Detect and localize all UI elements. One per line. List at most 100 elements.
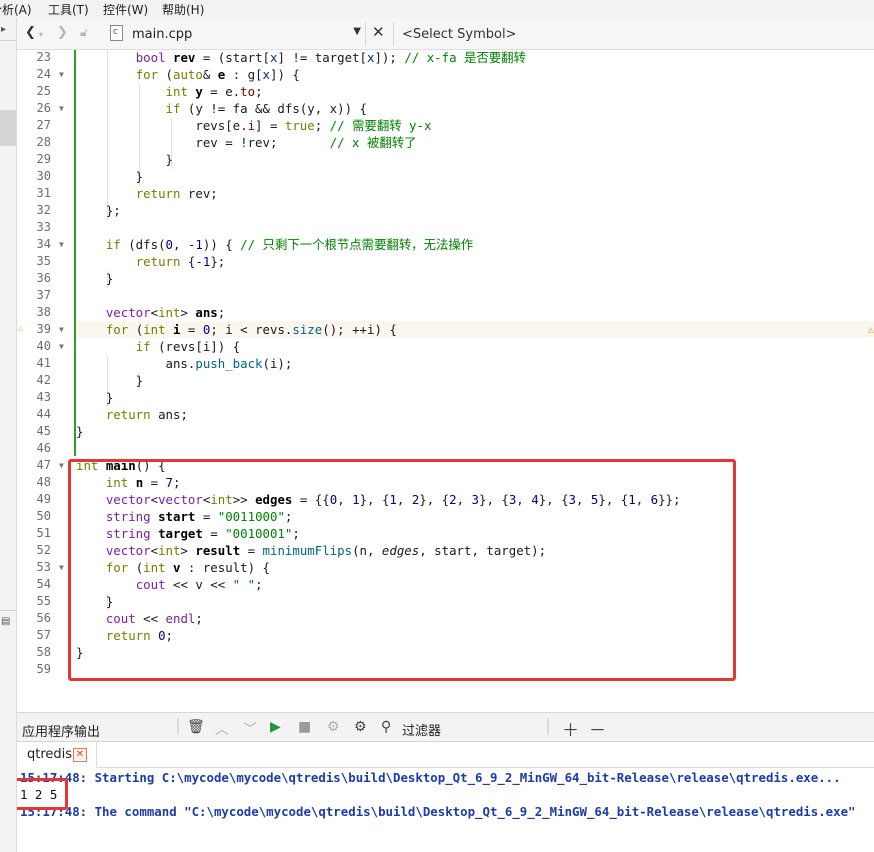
menu-analyze[interactable]: 分析(A) bbox=[0, 1, 32, 18]
line-number: 49 bbox=[36, 492, 51, 506]
code-line[interactable]: 43 } bbox=[17, 389, 874, 406]
line-number: 53 bbox=[36, 560, 51, 574]
attach-debugger-icon[interactable]: ⚙︎ bbox=[327, 719, 340, 735]
code-line[interactable]: 39 ▼ ⚠ ⚠ for (int i = 0; i < revs.size(); +… bbox=[17, 321, 874, 338]
zoom-in-icon[interactable]: ＋ bbox=[562, 716, 579, 741]
fold-toggle-icon[interactable]: ▼ bbox=[59, 236, 64, 253]
forward-icon[interactable]: ❯ bbox=[57, 25, 68, 40]
menu-tools[interactable]: 工具(T) bbox=[48, 1, 89, 18]
code-token: } bbox=[76, 390, 114, 405]
line-number: 30 bbox=[36, 169, 51, 183]
line-number: 57 bbox=[36, 628, 51, 642]
line-number: 59 bbox=[36, 662, 51, 676]
close-icon[interactable]: ✕ bbox=[372, 23, 385, 41]
code-line[interactable]: 24 ▼ for (auto& e : g[x]) { bbox=[17, 66, 874, 83]
code-token: ans. bbox=[76, 356, 196, 371]
code-line[interactable]: 46 bbox=[17, 440, 874, 457]
menu-help[interactable]: 帮助(H) bbox=[162, 1, 204, 18]
code-line[interactable]: 23 bool rev = (start[x] != target[x]); /… bbox=[17, 50, 874, 66]
sidebar-panel-icon[interactable]: ▤ bbox=[1, 616, 10, 627]
code-text: for (int i = 0; i < revs.size(); ++i) { bbox=[76, 321, 397, 338]
code-line[interactable]: 30 } bbox=[17, 168, 874, 185]
code-line[interactable]: 38 vector<int> ans; bbox=[17, 304, 874, 321]
filter-input-label[interactable]: 过滤器 bbox=[402, 720, 441, 739]
output-tab-qtredis[interactable]: qtredis ✕ bbox=[17, 742, 97, 768]
code-text: if (revs[i]) { bbox=[76, 338, 240, 355]
code-line[interactable]: 42 } bbox=[17, 372, 874, 389]
code-line[interactable]: 28 rev = !rev; // x 被翻转了 bbox=[17, 134, 874, 151]
line-number: 24 bbox=[36, 67, 51, 81]
line-number: 38 bbox=[36, 305, 51, 319]
code-line[interactable]: 35 return {-1}; bbox=[17, 253, 874, 270]
code-token: ; bbox=[314, 118, 330, 133]
lock-icon[interactable]: 🔓︎ bbox=[80, 25, 88, 40]
code-line[interactable]: 45} bbox=[17, 423, 874, 440]
file-selector[interactable]: main.cpp ▼ bbox=[106, 22, 366, 46]
code-line[interactable]: 25 int y = e.to; bbox=[17, 83, 874, 100]
pane-separator: │ bbox=[174, 719, 183, 735]
run-icon[interactable]: ▶ bbox=[270, 719, 281, 735]
menu-controls[interactable]: 控件(W) bbox=[103, 1, 148, 18]
stop-icon[interactable]: ■ bbox=[298, 719, 311, 735]
symbol-selector[interactable]: <Select Symbol> bbox=[393, 22, 874, 46]
code-token: push_back bbox=[195, 356, 263, 371]
code-line[interactable]: 37 bbox=[17, 287, 874, 304]
code-token: revs[e. bbox=[76, 118, 248, 133]
symbol-selector-label: <Select Symbol> bbox=[402, 27, 517, 42]
code-line[interactable]: 31 return rev; bbox=[17, 185, 874, 202]
code-line[interactable]: 26 ▼ if (y != fa && dfs(y, x)) { bbox=[17, 100, 874, 117]
code-line[interactable]: 33 bbox=[17, 219, 874, 236]
code-line[interactable]: 44 return ans; bbox=[17, 406, 874, 423]
code-token: )) { bbox=[202, 237, 241, 252]
code-token: return bbox=[105, 407, 151, 422]
code-line[interactable]: 40 ▼ if (revs[i]) { bbox=[17, 338, 874, 355]
code-line[interactable]: 29 } bbox=[17, 151, 874, 168]
code-text: } bbox=[76, 270, 113, 287]
fold-toggle-icon[interactable]: ▼ bbox=[59, 66, 64, 83]
code-token: {- bbox=[180, 254, 203, 269]
chevron-down-icon[interactable]: ﹀ bbox=[243, 719, 257, 739]
line-number: 29 bbox=[36, 152, 51, 166]
code-token: ; bbox=[217, 305, 226, 320]
code-text: return rev; bbox=[76, 185, 218, 202]
fold-toggle-icon[interactable]: ▼ bbox=[59, 338, 64, 355]
warning-icon[interactable]: ⚠ bbox=[867, 321, 874, 338]
code-token: to bbox=[240, 84, 256, 99]
fold-toggle-icon[interactable]: ▼ bbox=[59, 559, 64, 576]
code-line[interactable]: 41 ans.push_back(i); bbox=[17, 355, 874, 372]
code-editor[interactable]: 23 bool rev = (start[x] != target[x]); /… bbox=[17, 50, 874, 712]
code-token: rev bbox=[173, 50, 196, 65]
code-line[interactable]: 36 } bbox=[17, 270, 874, 287]
file-name: main.cpp bbox=[132, 27, 193, 42]
line-number: 32 bbox=[36, 203, 51, 217]
sidebar-collapse-icon[interactable]: ▸ bbox=[1, 24, 6, 35]
code-text: if (y != fa && dfs(y, x)) { bbox=[76, 100, 367, 117]
line-number: 52 bbox=[36, 543, 51, 557]
code-line[interactable]: 32 }; bbox=[17, 202, 874, 219]
line-number: 42 bbox=[36, 373, 51, 387]
back-menu-icon[interactable]: ▾ bbox=[39, 30, 43, 39]
zoom-out-icon[interactable]: － bbox=[589, 716, 606, 741]
back-icon[interactable]: ❮ bbox=[25, 25, 36, 40]
warning-icon[interactable]: ⚠ bbox=[18, 321, 23, 338]
code-token: rev = !rev; bbox=[76, 135, 330, 150]
settings-gear-icon[interactable]: ⚙︎ bbox=[354, 719, 367, 735]
code-line[interactable]: 34 ▼ if (dfs(0, -1)) { // 只剩下一个根节点需要翻转，无法… bbox=[17, 236, 874, 253]
code-line[interactable]: 27 revs[e.i] = true; // 需要翻转 y-x bbox=[17, 117, 874, 134]
fold-toggle-icon[interactable]: ▼ bbox=[59, 457, 64, 474]
code-token: 0 bbox=[165, 237, 173, 252]
trash-icon[interactable]: 🗑︎ bbox=[187, 719, 205, 735]
code-text: } bbox=[76, 423, 83, 440]
line-number: 25 bbox=[36, 84, 51, 98]
fold-toggle-icon[interactable]: ▼ bbox=[59, 100, 64, 117]
fold-toggle-icon[interactable]: ▼ bbox=[59, 321, 64, 338]
close-tab-icon[interactable]: ✕ bbox=[73, 748, 87, 762]
sidebar-active-mode[interactable] bbox=[0, 110, 16, 146]
output-text-area[interactable]: 15:17:48: The command "C:\mycode\mycode\… bbox=[17, 768, 874, 852]
output-pane-title: 应用程序输出 bbox=[22, 725, 101, 740]
chevron-up-icon[interactable]: ︿ bbox=[215, 719, 229, 739]
